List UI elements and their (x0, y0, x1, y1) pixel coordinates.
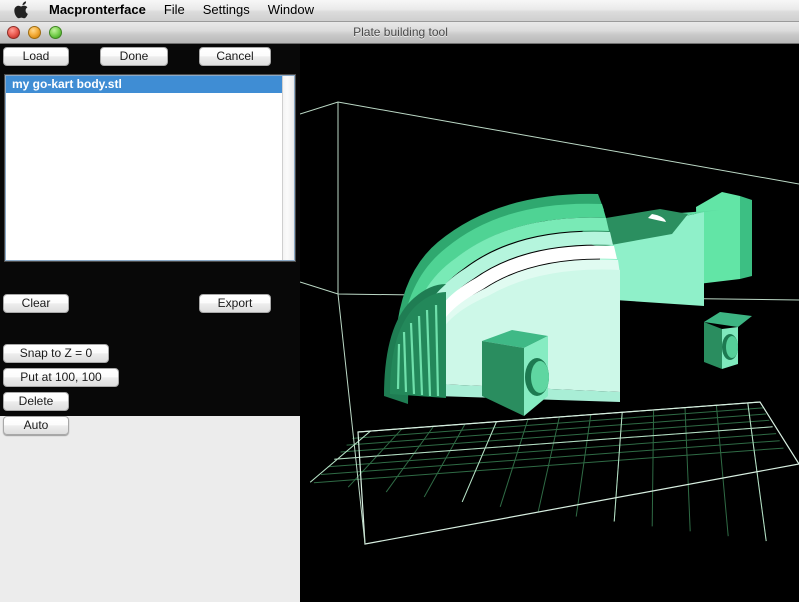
model-rear-fin-side (740, 196, 752, 279)
window-title: Plate building tool (353, 25, 448, 39)
menu-item-app-name[interactable]: Macpronterface (40, 1, 155, 20)
menu-item-window[interactable]: Window (259, 1, 323, 20)
stl-file-list-items: my go-kart body.stl (6, 76, 284, 93)
model-rear-hub-left (704, 322, 722, 369)
model-rear-hub-top (704, 312, 752, 327)
snap-to-z-button[interactable]: Snap to Z = 0 (3, 344, 109, 363)
menu-bar: Macpronterface File Settings Window (0, 0, 799, 22)
cancel-button[interactable]: Cancel (199, 47, 271, 66)
control-panel: Load Done Cancel my go-kart body.stl Cle… (0, 44, 300, 435)
print-bed-major-grid (309, 401, 773, 542)
clear-button[interactable]: Clear (3, 294, 69, 313)
put-at-position-button[interactable]: Put at 100, 100 (3, 368, 119, 387)
menu-item-file[interactable]: File (155, 1, 194, 20)
list-item[interactable]: my go-kart body.stl (6, 76, 284, 93)
delete-button[interactable]: Delete (3, 392, 69, 411)
stl-file-list[interactable]: my go-kart body.stl (4, 74, 296, 262)
export-button[interactable]: Export (199, 294, 271, 313)
model-front-hub-hole-inner (531, 361, 549, 393)
window-titlebar[interactable]: Plate building tool (0, 22, 799, 44)
load-button[interactable]: Load (3, 47, 69, 66)
3d-scene (300, 101, 799, 545)
auto-arrange-button[interactable]: Auto (3, 416, 69, 435)
done-button[interactable]: Done (100, 47, 168, 66)
model-rear-hub-hole-inner (726, 336, 738, 358)
apple-logo-icon[interactable] (14, 0, 30, 19)
screen: Macpronterface File Settings Window Plat… (0, 0, 799, 602)
gokart-model[interactable] (384, 192, 752, 416)
model-front-hub-left (482, 341, 524, 416)
plate-building-tool-window: Plate building tool Load Done Cancel my … (0, 22, 799, 602)
3d-viewport[interactable] (300, 44, 799, 602)
menu-item-settings[interactable]: Settings (194, 1, 259, 20)
list-scrollbar[interactable] (282, 76, 294, 260)
print-bed-grid (309, 401, 784, 542)
